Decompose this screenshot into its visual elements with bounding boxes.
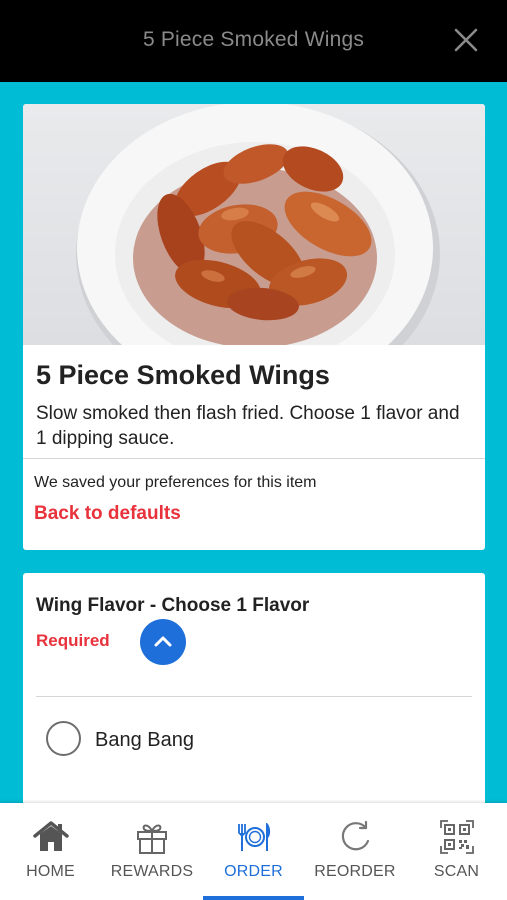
nav-label-scan: SCAN <box>433 863 480 880</box>
radio-button[interactable] <box>46 721 81 756</box>
nav-reorder[interactable]: REORDER <box>304 803 406 900</box>
chevron-up-icon <box>154 636 172 647</box>
nav-label-order: ORDER <box>224 863 283 880</box>
item-title: 5 Piece Smoked Wings <box>36 360 330 390</box>
option-label: Bang Bang <box>95 729 194 751</box>
preferences-note: We saved your preferences for this item <box>34 474 317 491</box>
modifier-group-card: Wing Flavor - Choose 1 Flavor Required B… <box>23 573 485 813</box>
gift-icon <box>132 819 172 855</box>
qr-code-icon <box>437 819 477 855</box>
bottom-nav: HOME REWARDS ORDER REORDER SCAN <box>0 803 507 900</box>
refresh-icon <box>335 819 375 855</box>
flavor-option-bang-bang[interactable]: Bang Bang <box>36 719 472 763</box>
home-icon <box>31 819 71 855</box>
nav-order[interactable]: ORDER <box>203 803 304 900</box>
item-description: Slow smoked then flash fried. Choose 1 f… <box>36 403 460 449</box>
nav-rewards[interactable]: REWARDS <box>101 803 203 900</box>
nav-scan[interactable]: SCAN <box>406 803 507 900</box>
nav-label-home: HOME <box>26 863 75 880</box>
modifier-group-title: Wing Flavor - Choose 1 Flavor <box>36 595 310 616</box>
divider <box>23 458 485 459</box>
collapse-button[interactable] <box>140 619 186 665</box>
nav-label-reorder: REORDER <box>314 863 396 880</box>
wings-photo <box>76 104 440 345</box>
close-icon <box>454 28 478 52</box>
item-image <box>23 104 485 345</box>
required-label: Required <box>36 631 110 650</box>
header-bar: 5 Piece Smoked Wings <box>0 0 507 82</box>
nav-label-rewards: REWARDS <box>110 863 194 880</box>
divider <box>36 696 472 697</box>
close-button[interactable] <box>453 27 479 53</box>
back-to-defaults-link[interactable]: Back to defaults <box>34 503 181 525</box>
item-card: 5 Piece Smoked Wings Slow smoked then fl… <box>23 104 485 550</box>
utensils-icon <box>234 819 274 855</box>
header-title: 5 Piece Smoked Wings <box>142 28 365 51</box>
nav-home[interactable]: HOME <box>0 803 101 900</box>
active-tab-indicator <box>203 896 304 900</box>
